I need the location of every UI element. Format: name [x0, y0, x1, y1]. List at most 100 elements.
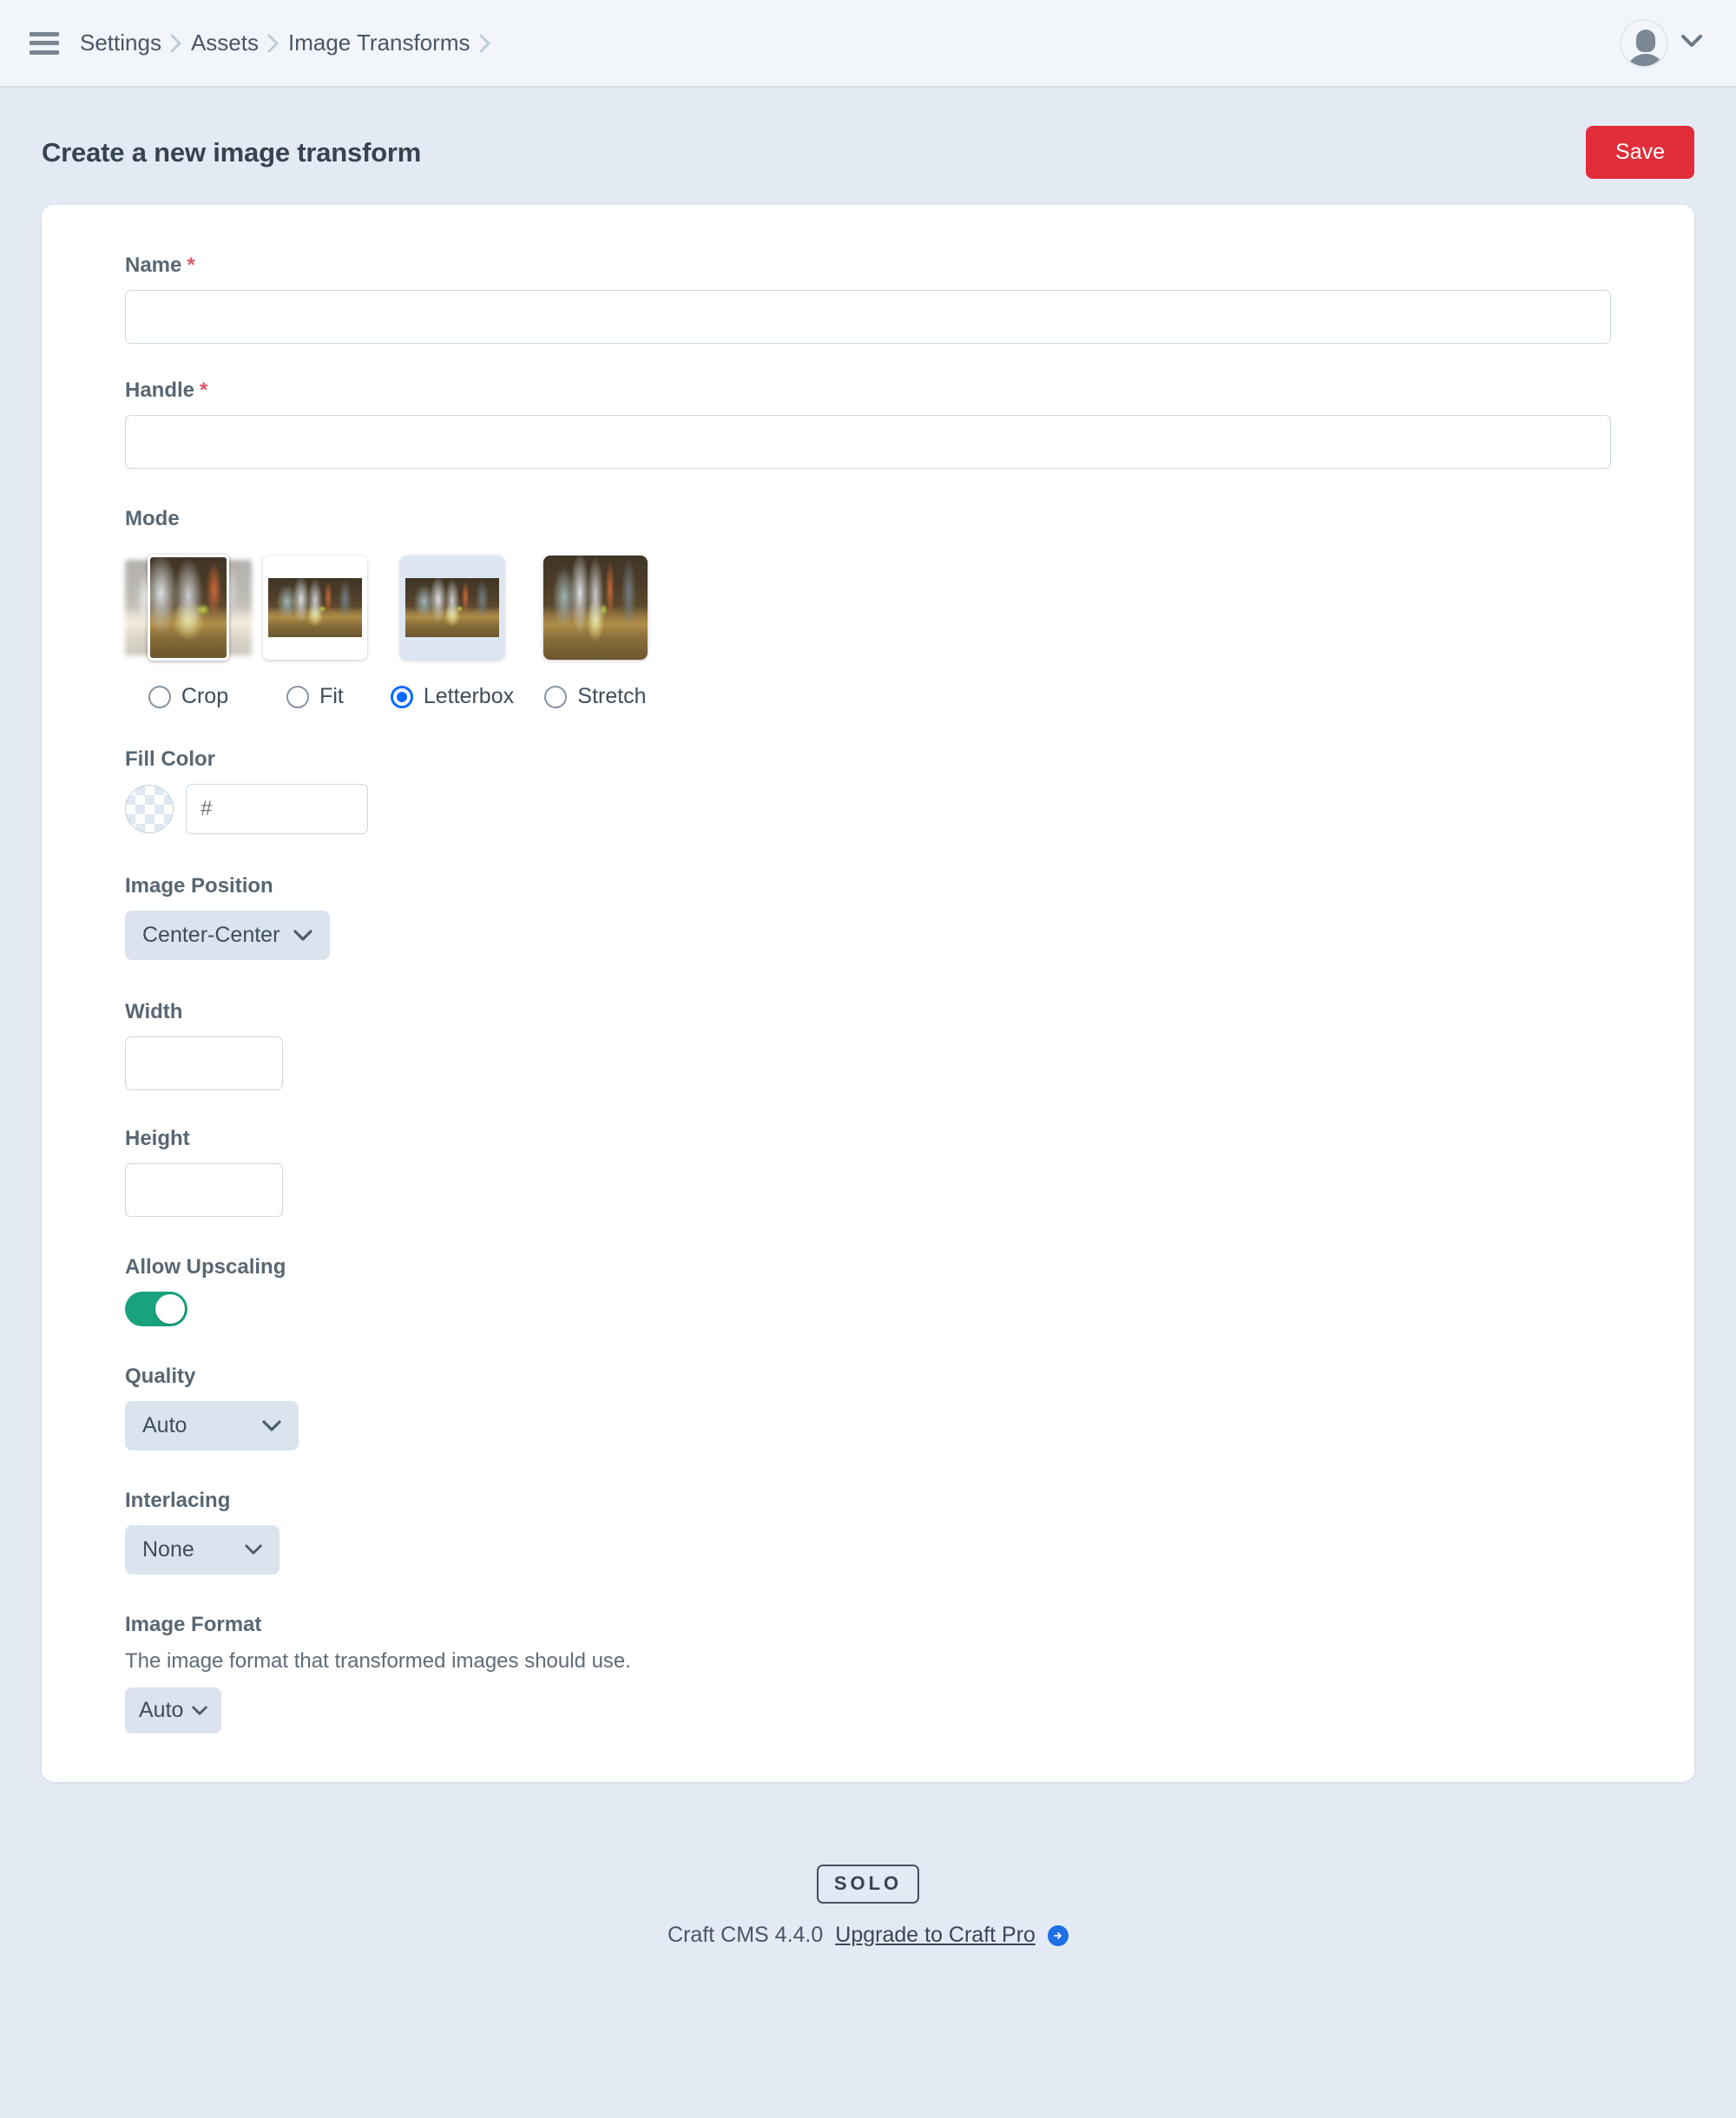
name-label-text: Name — [125, 253, 182, 277]
image-format-value: Auto — [139, 1698, 184, 1722]
chevron-down-icon — [262, 1419, 281, 1432]
image-position-select[interactable]: Center-Center — [125, 911, 331, 960]
crop-preview — [125, 555, 252, 661]
quality-value: Auto — [142, 1413, 187, 1437]
field-handle: Handle * — [42, 378, 1694, 469]
letterbox-preview — [400, 556, 504, 660]
interlacing-select[interactable]: None — [125, 1525, 279, 1575]
radio-icon[interactable] — [148, 685, 171, 708]
user-avatar-icon — [1620, 18, 1668, 68]
chevron-down-icon — [1680, 34, 1703, 52]
width-label: Width — [125, 1000, 183, 1023]
avatar-body — [1626, 53, 1666, 66]
fit-preview-image — [268, 578, 362, 637]
width-input[interactable] — [125, 1036, 283, 1090]
footer-meta: Craft CMS 4.4.0 Upgrade to Craft Pro — [0, 1923, 1736, 1948]
mode-thumb-stretch — [526, 543, 665, 672]
field-height: Height — [42, 1127, 1694, 1217]
mode-radio-fit[interactable]: Fit — [252, 684, 378, 709]
chevron-down-icon — [192, 1706, 208, 1716]
hamburger-bar — [30, 31, 59, 36]
interlacing-label: Interlacing — [125, 1489, 231, 1512]
upgrade-link[interactable]: Upgrade to Craft Pro — [835, 1923, 1036, 1948]
required-indicator: * — [187, 253, 195, 277]
allow-upscaling-toggle[interactable] — [125, 1292, 187, 1326]
chevron-down-icon — [293, 929, 313, 942]
field-image-position: Image Position Center-Center — [42, 874, 1694, 960]
image-position-label: Image Position — [125, 874, 273, 898]
image-format-select[interactable]: Auto — [125, 1687, 222, 1733]
save-button[interactable]: Save — [1586, 126, 1694, 179]
hamburger-icon[interactable] — [30, 31, 59, 55]
field-image-format: Image Format The image format that trans… — [42, 1613, 1694, 1733]
global-header: Settings Assets Image Transforms — [0, 0, 1736, 88]
image-format-label: Image Format — [125, 1613, 262, 1636]
page-header: Create a new image transform Save — [0, 88, 1736, 205]
fill-color-input[interactable] — [186, 784, 368, 834]
chevron-down-icon — [245, 1544, 262, 1556]
chevron-right-icon — [470, 34, 500, 53]
image-format-instructions: The image format that transformed images… — [125, 1649, 631, 1673]
mode-thumb-letterbox — [378, 543, 526, 672]
mode-option-fit[interactable]: Fit — [252, 543, 378, 709]
field-name: Name * — [42, 253, 1694, 344]
stretch-preview-image — [543, 556, 648, 660]
radio-icon[interactable] — [286, 685, 310, 708]
breadcrumb: Settings Assets Image Transforms — [80, 30, 500, 56]
hamburger-bar — [30, 41, 59, 45]
name-label: Name * — [125, 253, 1611, 278]
edition-badge: SOLO — [816, 1865, 920, 1904]
hamburger-bar — [30, 49, 59, 55]
radio-icon[interactable] — [390, 685, 413, 708]
account-menu[interactable] — [1620, 18, 1703, 68]
fill-color-row — [125, 784, 1611, 834]
radio-icon[interactable] — [544, 685, 568, 708]
transform-settings-card: Name * Handle * Mode Crop Fit Letterbox … — [42, 205, 1694, 1782]
interlacing-value: None — [142, 1537, 194, 1562]
mode-radio-stretch[interactable]: Stretch — [526, 684, 665, 709]
allow-upscaling-label: Allow Upscaling — [125, 1255, 286, 1279]
mode-radio-letterbox-label: Letterbox — [423, 684, 515, 708]
height-input[interactable] — [125, 1163, 283, 1217]
mode-radio-letterbox[interactable]: Letterbox — [378, 684, 526, 709]
mode-radio-crop[interactable]: Crop — [125, 684, 252, 709]
chevron-right-icon — [259, 34, 288, 53]
image-position-value: Center-Center — [142, 923, 280, 947]
fill-color-label: Fill Color — [125, 747, 215, 771]
mode-radio-stretch-label: Stretch — [577, 684, 647, 708]
avatar-head — [1636, 29, 1655, 52]
chevron-right-icon — [161, 34, 191, 53]
field-interlacing: Interlacing None — [42, 1489, 1694, 1575]
mode-option-crop[interactable]: Crop — [125, 543, 252, 709]
name-input[interactable] — [125, 290, 1611, 344]
height-label: Height — [125, 1127, 190, 1150]
arrow-right-circle-icon[interactable] — [1047, 1924, 1069, 1946]
quality-label: Quality — [125, 1365, 196, 1388]
breadcrumb-item-settings[interactable]: Settings — [80, 30, 161, 56]
color-swatch-icon[interactable] — [125, 785, 174, 833]
mode-option-letterbox[interactable]: Letterbox — [378, 543, 526, 709]
mode-thumb-crop — [125, 543, 252, 672]
field-mode: Mode Crop Fit Letterbox Stretch — [42, 507, 1694, 709]
mode-thumb-fit — [252, 543, 378, 672]
page-title: Create a new image transform — [42, 136, 422, 168]
mode-radio-crop-label: Crop — [181, 684, 229, 708]
quality-select[interactable]: Auto — [125, 1401, 299, 1450]
required-indicator: * — [200, 378, 208, 402]
field-fill-color: Fill Color — [42, 747, 1694, 834]
mode-options: Crop Fit Letterbox Stretch — [125, 543, 1611, 709]
letterbox-preview-image — [405, 578, 499, 637]
field-width: Width — [42, 1000, 1694, 1090]
page-footer: SOLO Craft CMS 4.4.0 Upgrade to Craft Pr… — [0, 1782, 1736, 2000]
mode-option-stretch[interactable]: Stretch — [526, 543, 665, 709]
mode-radio-fit-label: Fit — [319, 684, 344, 708]
toggle-knob — [155, 1294, 185, 1324]
breadcrumb-item-assets[interactable]: Assets — [191, 30, 259, 56]
mode-label: Mode — [125, 507, 180, 530]
field-allow-upscaling: Allow Upscaling — [42, 1255, 1694, 1326]
stretch-preview — [543, 556, 648, 660]
handle-input[interactable] — [125, 415, 1611, 469]
craft-version: Craft CMS 4.4.0 — [667, 1923, 824, 1947]
breadcrumb-item-image-transforms[interactable]: Image Transforms — [288, 30, 470, 56]
fit-preview — [263, 556, 367, 660]
